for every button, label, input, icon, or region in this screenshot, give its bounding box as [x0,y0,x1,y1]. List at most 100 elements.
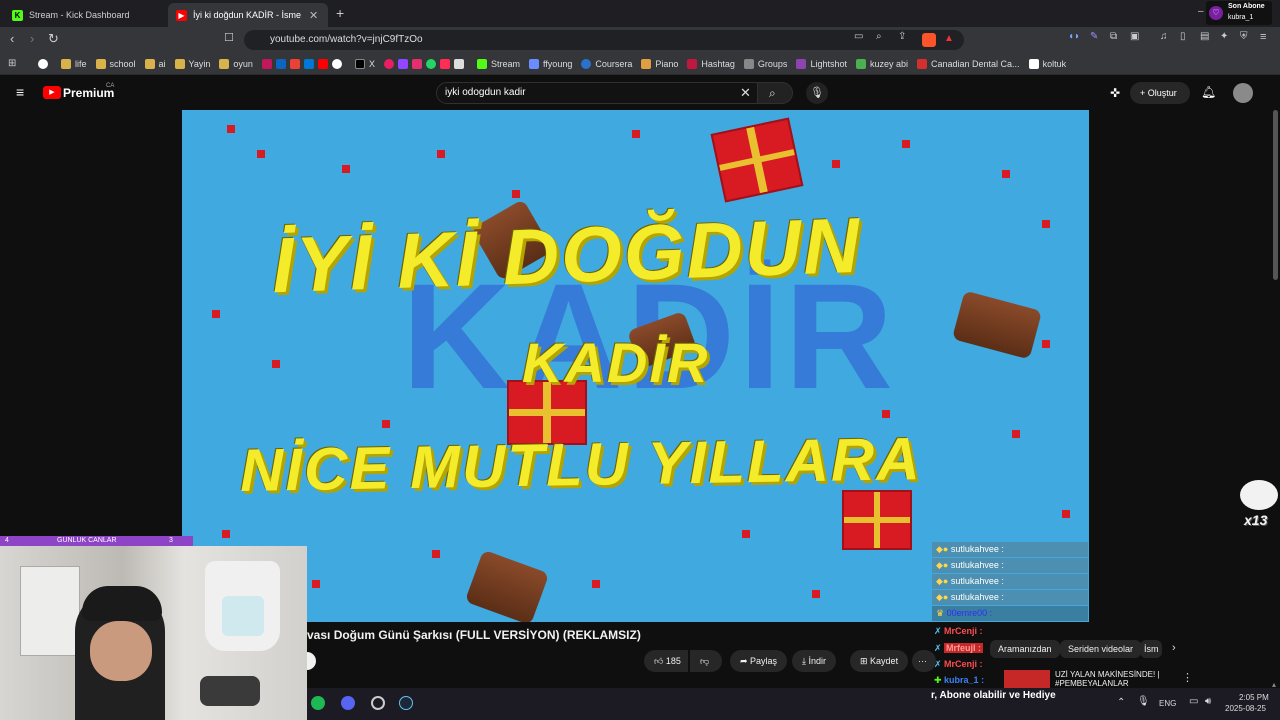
linkedin-icon [275,58,286,69]
scrollbar[interactable] [1273,110,1278,280]
cabinet-image [20,566,80,656]
bookmark-lightshot[interactable]: Lightshot [796,58,847,69]
apps-icon[interactable]: ⊞ [8,58,16,69]
browser-tab-strip: K Stream - Kick Dashboard ▶ İyi ki doğdu… [0,0,1280,27]
recommended-title[interactable]: UZİ YALAN MAKİNESİNDE! | #PEMBEYALANLAR [1055,670,1175,688]
clock-time[interactable]: 2:05 PM [1239,693,1269,702]
chat-user: MrCenji : [944,626,983,636]
cake-image [464,549,550,622]
new-tab-button[interactable]: + [336,5,344,21]
bookmark-school[interactable]: school [95,58,136,69]
bookmark-kuzey-abi[interactable]: kuzey abi [855,58,908,69]
bookmark-piano[interactable]: Piano [641,58,678,69]
zoom-icon[interactable]: ⌕ [876,31,882,42]
chip-seriden-videolar[interactable]: Seriden videolar [1060,640,1142,658]
vpn-icon[interactable]: ⛨ [1240,31,1248,42]
bookmark-hashtag[interactable]: Hashtag [687,58,735,69]
display-icon[interactable]: ▭ [1189,696,1198,707]
minimize-icon[interactable]: – [1198,6,1204,17]
donation-row: ◆● sutlukahvee : [932,558,1088,573]
confetti [512,190,520,198]
like-button[interactable]: 👍︎ 185 [644,650,688,672]
close-tab-icon[interactable]: ✕ [309,9,318,22]
spotify-icon[interactable] [311,696,325,710]
youtube-icon: ▶ [176,9,187,21]
menu-icon[interactable]: ≡ [1260,31,1266,43]
screenshot-icon[interactable]: ▣ [1130,31,1139,42]
bookmark-groups[interactable]: Groups [743,58,787,69]
tab-youtube-video[interactable]: ▶ İyi ki doğdun KADİR - İsme Ö ✕ [168,3,328,27]
twitch-icon [397,58,408,69]
notifications-bell-icon[interactable]: 🔔︎ [1201,85,1216,99]
lightshot-icon [796,58,807,69]
chips-next-icon[interactable]: › [1172,642,1176,654]
recommended-more-icon[interactable]: ⋮ [1182,671,1193,684]
sidebar-icon[interactable]: ▯ [1180,31,1186,42]
gunluk-canlar-bar: 4 GUNLUK CANLAR 3 [0,536,193,546]
obs-icon[interactable] [371,696,385,710]
bookmark-oyun[interactable]: oyun [219,58,253,69]
bookmark-stream[interactable]: Stream [476,58,520,69]
microphone-icon[interactable]: 🎙︎ [1137,696,1150,707]
streamer-hair-image [82,586,162,621]
save-icon: ⊞ [860,656,871,666]
clock-date[interactable]: 2025-08-25 [1225,704,1266,713]
bookmark-canadian-dental[interactable]: Canadian Dental Ca... [917,58,1020,69]
hamburger-menu-icon[interactable]: ≡ [16,84,24,100]
steam-icon[interactable] [399,696,413,710]
download-button[interactable]: ⤓ İndir [792,650,836,672]
avatar[interactable] [1233,83,1253,103]
back-icon[interactable]: ‹ [10,31,14,46]
bookmark-coursera[interactable]: Coursera [581,58,632,69]
wallet-icon[interactable]: ▤ [1200,31,1209,42]
recommended-thumbnail[interactable] [1004,670,1050,688]
bookmark-ai[interactable]: ai [144,58,166,69]
bookmark-icons-group[interactable] [261,58,346,69]
discord-icon[interactable] [341,696,355,710]
create-button[interactable]: + Oluştur [1130,82,1190,104]
extension-icon[interactable]: ◖◗ [1068,31,1080,42]
tab-kick-dashboard[interactable]: K Stream - Kick Dashboard [4,3,164,27]
bookmark-social-group[interactable] [383,58,468,69]
brave-shield-icon[interactable] [922,33,936,47]
volume-icon[interactable]: 🔊︎ [1205,696,1211,707]
youtube-logo-icon[interactable]: ▶ [43,86,61,99]
scroll-arrow-icon[interactable]: ▴ [1272,680,1276,689]
chip-isme[interactable]: İsm [1140,640,1162,658]
puzzle-icon[interactable]: ⧉ [1110,31,1117,42]
voice-search-icon[interactable]: 🎙 [806,82,828,104]
tray-chevron-icon[interactable]: ⌃ [1117,697,1125,708]
confetti [832,160,840,168]
pen-icon[interactable]: ✎ [1090,31,1098,42]
forward-icon[interactable]: › [30,31,34,46]
gmail-icon [289,58,300,69]
reload-icon[interactable]: ↻ [48,31,59,47]
confetti [882,410,890,418]
save-button[interactable]: ⊞ Kaydet [850,650,909,672]
dislike-button[interactable]: 👎︎ [690,650,722,672]
cast-icon[interactable]: ✜ [1110,86,1120,100]
share-button[interactable]: ➦ Paylaş [730,650,788,672]
subscribe-button-partial[interactable] [307,652,316,670]
chip-aramanizdan[interactable]: Aramanızdan [990,640,1060,658]
bookmark-life[interactable]: life [61,58,87,69]
leo-icon[interactable]: ✦ [1220,31,1228,42]
language-indicator[interactable]: ENG [1159,699,1176,708]
share-label: Paylaş [750,656,778,666]
bookmark-label: school [109,58,136,69]
bookmark-x[interactable]: X [354,58,375,69]
bookmark-google[interactable] [38,58,52,69]
clear-search-icon[interactable]: ✕ [740,85,751,101]
cast-icon[interactable]: ▭ [854,31,863,42]
more-actions-button[interactable]: ··· [912,650,936,672]
share-icon[interactable]: ⇪ [898,31,906,42]
search-button[interactable]: ⌕ [757,82,793,104]
rewards-icon[interactable]: ▲ [944,33,954,44]
drive-icon [855,58,866,69]
search-input[interactable]: iyki odogdun kadir [436,82,792,104]
bookmark-ffyoung[interactable]: ffyoung [528,58,572,69]
music-icon[interactable]: ♫ [1160,31,1168,42]
bookmark-koltuk[interactable]: koltuk [1028,58,1066,69]
bookmark-yayin[interactable]: Yayin [174,58,210,69]
bookmark-icon[interactable]: ☐ [224,31,234,44]
